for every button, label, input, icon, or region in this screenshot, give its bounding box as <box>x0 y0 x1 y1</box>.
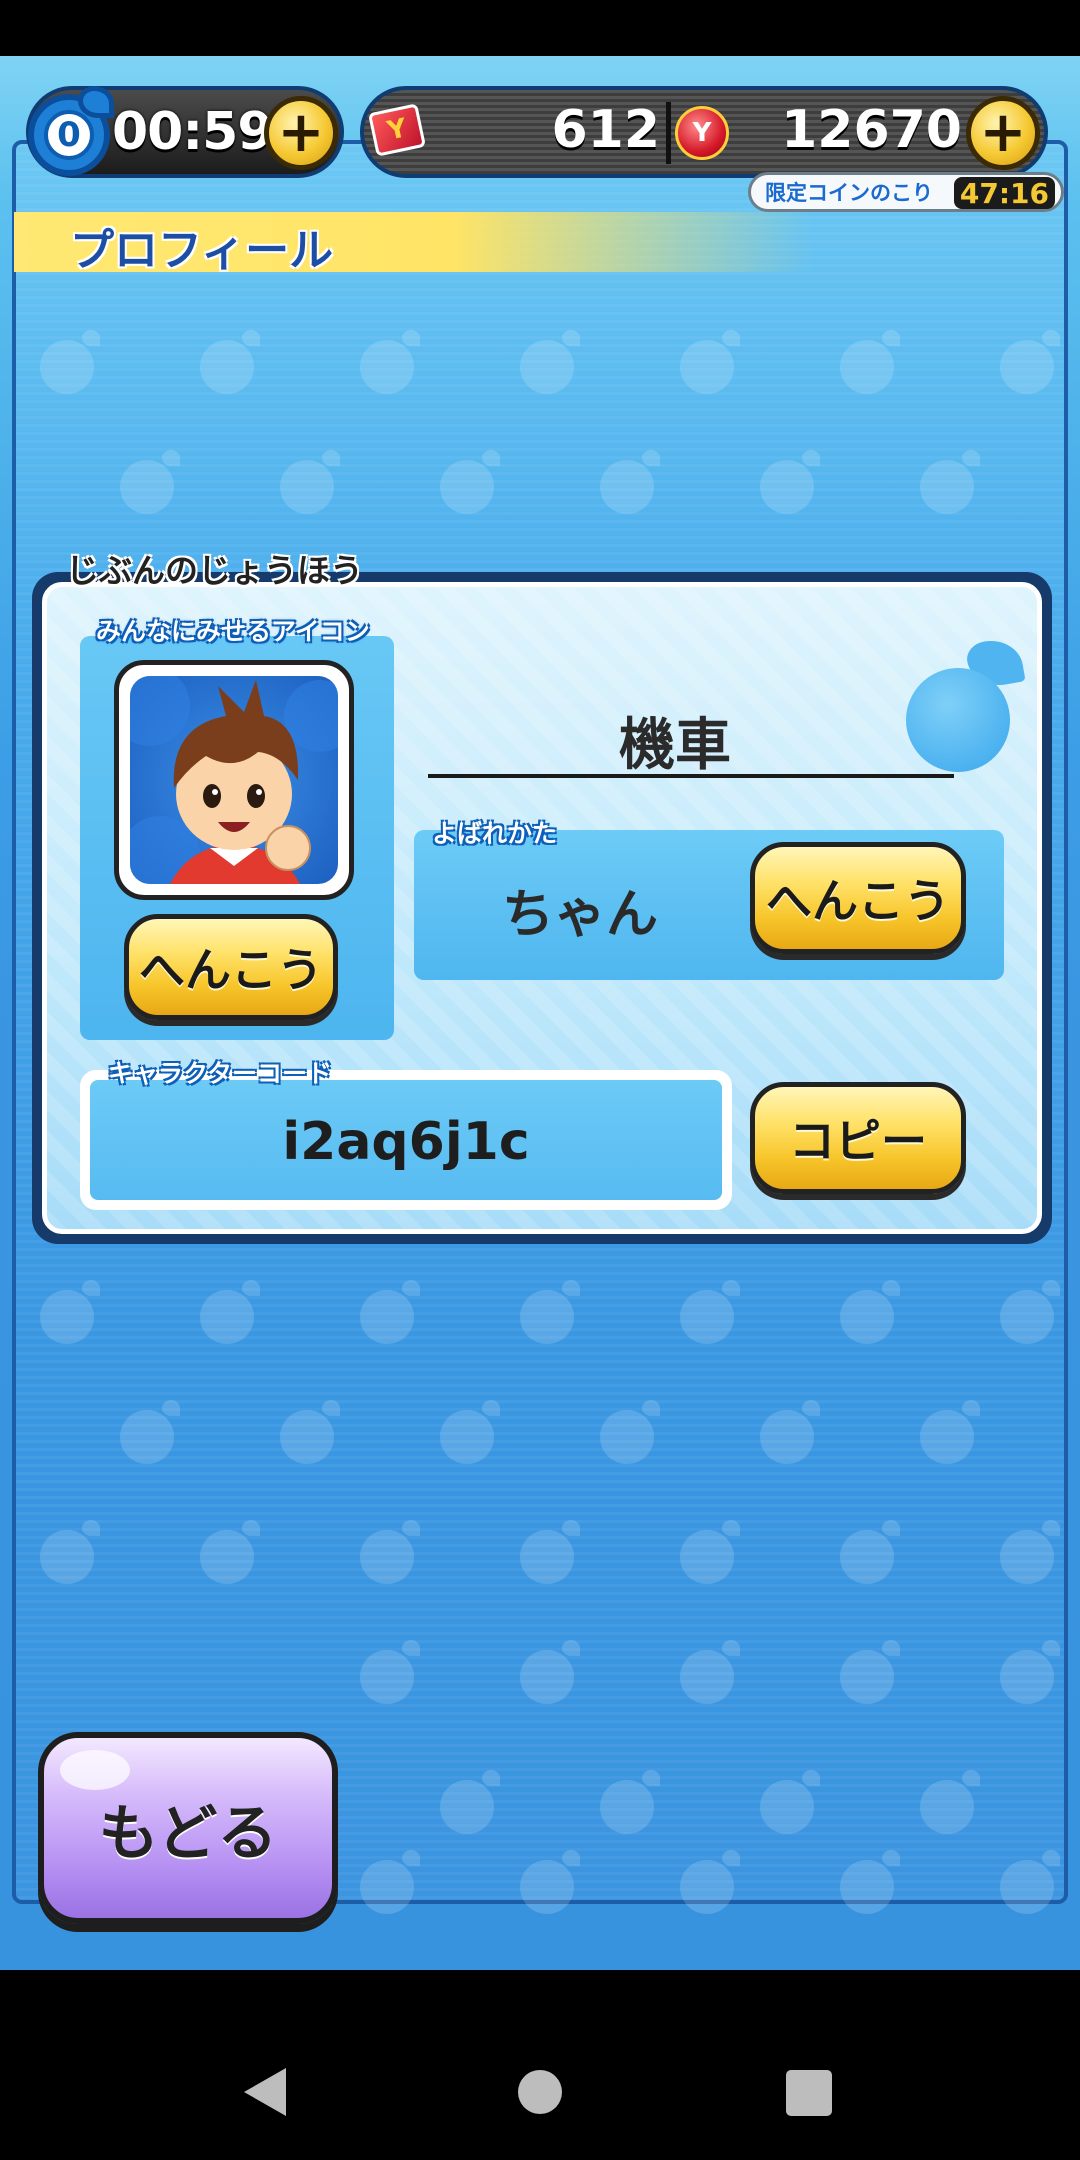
background-drop-icon <box>680 330 740 394</box>
background-drop-icon <box>440 1400 500 1464</box>
background-drop-icon <box>920 450 980 514</box>
stamina-timer: 00:59 <box>112 102 274 162</box>
background-drop-icon <box>680 1520 740 1584</box>
background-drop-icon <box>520 330 580 394</box>
background-drop-icon <box>600 1400 660 1464</box>
limited-coin-label: 限定コインのこり <box>765 181 933 205</box>
add-coin-button[interactable]: + <box>966 96 1040 170</box>
drop-icon <box>906 668 1010 772</box>
coin-purse-icon: Y <box>675 106 729 160</box>
background-drop-icon <box>760 1400 820 1464</box>
background-drop-icon <box>1000 1520 1060 1584</box>
background-drop-icon <box>440 450 500 514</box>
back-button-shine <box>60 1750 130 1790</box>
background-drop-icon <box>680 1280 740 1344</box>
background-drop-icon <box>360 330 420 394</box>
icon-section-label: みんなにみせるアイコン <box>96 617 370 646</box>
add-stamina-button[interactable]: + <box>264 96 338 170</box>
change-called-button[interactable]: へんこう <box>750 842 966 954</box>
background-drop-icon <box>920 1770 980 1834</box>
background-drop-icon <box>920 1400 980 1464</box>
background-drop-icon <box>680 1640 740 1704</box>
background-drop-icon <box>600 450 660 514</box>
player-name: 機車 <box>619 713 731 778</box>
background-drop-icon <box>1000 330 1060 394</box>
background-drop-icon <box>680 1850 740 1914</box>
background-drop-icon <box>40 1520 100 1584</box>
background-drop-icon <box>440 1770 500 1834</box>
nav-home-icon[interactable] <box>518 2070 562 2114</box>
ticket-count: 612 <box>551 100 660 160</box>
background-drop-icon <box>840 1280 900 1344</box>
background-drop-icon <box>520 1850 580 1914</box>
character-code-label: キャラクターコード <box>108 1059 333 1088</box>
background-drop-icon <box>840 1850 900 1914</box>
background-drop-icon <box>40 1280 100 1344</box>
background-drop-icon <box>840 1640 900 1704</box>
limited-coin-time: 47:16 <box>953 177 1055 210</box>
status-bar <box>0 0 1080 56</box>
called-label: よばれかた <box>432 819 558 848</box>
background-drop-icon <box>1000 1280 1060 1344</box>
background-drop-icon <box>520 1640 580 1704</box>
background-drop-icon <box>280 450 340 514</box>
avatar <box>130 676 338 884</box>
change-icon-button[interactable]: へんこう <box>124 914 338 1020</box>
avatar-character-icon <box>130 676 338 884</box>
background-drop-icon <box>40 330 100 394</box>
background-drop-icon <box>200 1520 260 1584</box>
profile-section-label: じぶんのじょうほう <box>66 551 363 590</box>
background-drop-icon <box>360 1280 420 1344</box>
background-drop-icon <box>360 1640 420 1704</box>
stamina-icon: 0 <box>28 86 114 176</box>
name-underline <box>428 774 954 778</box>
nav-back-icon[interactable] <box>244 2068 286 2116</box>
background-drop-icon <box>360 1850 420 1914</box>
background-drop-icon <box>1000 1640 1060 1704</box>
stamina-count: 0 <box>44 110 94 160</box>
background-drop-icon <box>200 330 260 394</box>
character-code-value: i2aq6j1c <box>282 1112 530 1172</box>
background-drop-icon <box>120 1400 180 1464</box>
background-drop-icon <box>200 1280 260 1344</box>
background-drop-icon <box>120 450 180 514</box>
background-drop-icon <box>760 1770 820 1834</box>
currency-divider <box>666 102 671 164</box>
background-drop-icon <box>840 330 900 394</box>
background-drop-icon <box>520 1520 580 1584</box>
navigation-bar <box>0 1970 1080 2160</box>
background-drop-icon <box>1000 1850 1060 1914</box>
background-drop-icon <box>520 1280 580 1344</box>
limited-coin-badge: 限定コインのこり 47:16 <box>748 172 1064 212</box>
background-drop-icon <box>360 1520 420 1584</box>
background-drop-icon <box>280 1400 340 1464</box>
background-drop-icon <box>760 450 820 514</box>
copy-button[interactable]: コピー <box>750 1082 966 1194</box>
coin-count: 12670 <box>781 100 962 160</box>
page-title: プロフィール <box>70 225 334 276</box>
nav-recent-icon[interactable] <box>786 2070 832 2116</box>
background-drop-icon <box>840 1520 900 1584</box>
called-value: ちゃん <box>501 885 658 945</box>
background-drop-icon <box>600 1770 660 1834</box>
